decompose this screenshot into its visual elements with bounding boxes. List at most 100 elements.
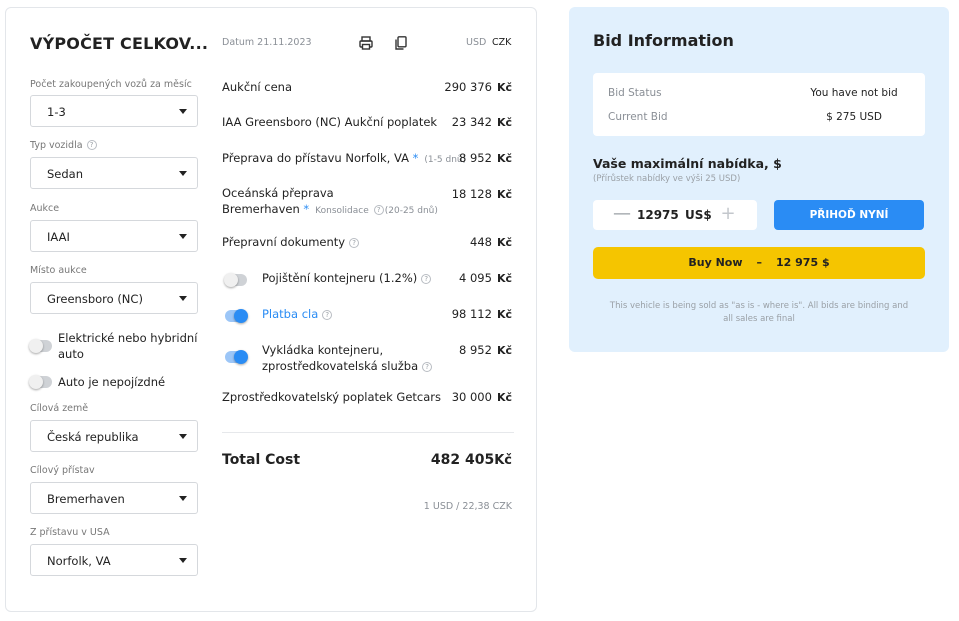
vehicle-type-label-text: Typ vozidla xyxy=(30,140,83,151)
ocean-transport-line2: Bremerhaven * Konsolidace? (20-25 dnů) xyxy=(222,201,438,219)
unloading-line2: zprostředkovatelská služba? xyxy=(262,358,433,374)
destination-country-value: Česká republika xyxy=(47,430,139,444)
toggle-knob xyxy=(29,375,43,389)
chevron-down-icon xyxy=(179,296,187,301)
not-driveable-toggle[interactable] xyxy=(29,375,52,389)
bid-information-panel: Bid Information Bid Status You have not … xyxy=(569,7,949,352)
auction-location-value: Greensboro (NC) xyxy=(47,292,143,306)
insurance-toggle[interactable] xyxy=(224,273,247,287)
copy-icon[interactable] xyxy=(393,35,409,51)
ocean-transport-value: 18 128 Kč xyxy=(452,187,512,201)
unloading-line1: Vykládka kontejneru, xyxy=(262,343,384,357)
currency-symbol: Kč xyxy=(496,236,512,249)
customs-label[interactable]: Platba cla? xyxy=(262,306,333,322)
unloading-value: 8 952 Kč xyxy=(459,343,512,357)
documents-text: Přepravní dokumenty xyxy=(222,235,346,249)
auction-price-value: 290 376 Kč xyxy=(444,80,512,94)
auction-select[interactable]: IAAI xyxy=(30,220,198,252)
insurance-text: Pojištění kontejneru (1.2%) xyxy=(262,271,418,285)
usa-port-select[interactable]: Norfolk, VA xyxy=(30,544,198,576)
help-icon[interactable]: ? xyxy=(421,274,432,284)
cars-per-month-select[interactable]: 1-3 xyxy=(30,95,198,127)
print-icon[interactable] xyxy=(358,35,374,51)
currency-symbol: Kč xyxy=(494,453,512,468)
auction-label: Aukce xyxy=(30,203,60,214)
calculation-date: Datum 21.11.2023 xyxy=(222,37,312,48)
help-icon[interactable]: ? xyxy=(349,238,360,248)
help-icon[interactable]: ? xyxy=(373,205,384,215)
currency-symbol: Kč xyxy=(496,308,512,321)
auction-fee-amount: 23 342 xyxy=(451,115,492,129)
currency-symbol: Kč xyxy=(496,344,512,357)
cars-per-month-value: 1-3 xyxy=(47,105,66,119)
buy-now-label: Buy Now xyxy=(688,256,743,269)
current-bid-value: $ 275 USD xyxy=(826,111,882,123)
help-icon[interactable]: ? xyxy=(86,140,97,150)
help-icon[interactable]: ? xyxy=(322,310,333,320)
auction-fee-label: IAA Greensboro (NC) Aukční poplatek xyxy=(222,115,438,129)
max-bid-increment-note: (Přírůstek nabídky ve výši 25 USD) xyxy=(593,174,741,184)
electric-hybrid-label: Elektrické nebo hybridní auto xyxy=(58,331,198,361)
documents-value: 448 Kč xyxy=(470,235,512,249)
currency-usd-option[interactable]: USD xyxy=(466,37,486,48)
port-transport-text: Přeprava do přístavu Norfolk, VA xyxy=(222,151,409,165)
toggle-knob xyxy=(234,350,248,364)
port-transport-value: 8 952 Kč xyxy=(459,151,512,165)
bid-status-box: Bid Status You have not bid Current Bid … xyxy=(593,73,925,136)
cost-calculator-card: VÝPOČET CELKOV... Datum 21.11.2023 USD C… xyxy=(5,7,537,612)
bid-amount-unit: US$ xyxy=(685,208,712,222)
usa-port-label: Z přístavu v USA xyxy=(30,527,110,538)
auction-location-select[interactable]: Greensboro (NC) xyxy=(30,282,198,314)
ocean-transport-port: Bremerhaven xyxy=(222,202,300,216)
bid-amount-stepper[interactable]: — 12975 US$ + xyxy=(593,200,757,230)
bid-amount-input[interactable]: 12975 xyxy=(637,208,679,222)
destination-port-select[interactable]: Bremerhaven xyxy=(30,482,198,514)
getcars-fee-amount: 30 000 xyxy=(451,390,492,404)
chevron-down-icon xyxy=(179,234,187,239)
auction-fee-value: 23 342 Kč xyxy=(452,115,512,129)
getcars-fee-label: Zprostředkovatelský poplatek Getcars xyxy=(222,390,442,404)
chevron-down-icon xyxy=(179,109,187,114)
sale-disclaimer: This vehicle is being sold as "as is - w… xyxy=(609,301,909,324)
toggle-knob xyxy=(224,273,238,287)
bid-status-value: You have not bid xyxy=(810,87,898,99)
vehicle-type-select[interactable]: Sedan xyxy=(30,157,198,189)
ocean-transport-amount: 18 128 xyxy=(451,187,492,201)
bid-information-title: Bid Information xyxy=(593,31,734,50)
customs-text[interactable]: Platba cla xyxy=(262,307,318,321)
getcars-fee-value: 30 000 Kč xyxy=(452,390,512,404)
help-icon[interactable]: ? xyxy=(422,362,433,372)
customs-amount: 98 112 xyxy=(451,307,492,321)
total-divider xyxy=(222,432,514,433)
toggle-knob xyxy=(29,339,43,353)
buy-now-separator: – xyxy=(756,256,763,269)
place-bid-button[interactable]: PŘIHOĎ NYNÍ xyxy=(774,200,924,230)
buy-now-button[interactable]: Buy Now –12 975 $ xyxy=(593,247,925,279)
toggle-knob xyxy=(234,309,248,323)
chevron-down-icon xyxy=(179,558,187,563)
ocean-transport-label: Oceánská přeprava Bremerhaven * Konsolida… xyxy=(222,185,438,219)
total-cost-label: Total Cost xyxy=(222,452,301,468)
port-transport-amount: 8 952 xyxy=(459,151,492,165)
buy-now-price: 12 975 $ xyxy=(776,256,830,269)
auction-price-amount: 290 376 xyxy=(444,80,492,94)
total-cost-value: 482 405Kč xyxy=(431,452,512,468)
decrease-bid-button[interactable]: — xyxy=(613,203,631,224)
customs-value: 98 112 Kč xyxy=(452,307,512,321)
currency-symbol: Kč xyxy=(496,188,512,201)
customs-toggle[interactable] xyxy=(225,309,248,323)
vehicle-type-value: Sedan xyxy=(47,167,84,181)
chevron-down-icon xyxy=(179,434,187,439)
unloading-toggle[interactable] xyxy=(225,350,248,364)
auction-value: IAAI xyxy=(47,230,70,244)
not-driveable-label: Auto je nepojízdné xyxy=(58,375,166,389)
electric-hybrid-toggle[interactable] xyxy=(29,339,52,353)
insurance-amount: 4 095 xyxy=(459,271,492,285)
ocean-consolidation: Konsolidace xyxy=(315,206,369,216)
port-transport-star: * xyxy=(412,151,419,165)
currency-czk-option[interactable]: CZK xyxy=(492,37,511,48)
destination-country-select[interactable]: Česká republika xyxy=(30,420,198,452)
port-transport-label: Přeprava do přístavu Norfolk, VA * (1-5 d… xyxy=(222,150,466,168)
increase-bid-button[interactable]: + xyxy=(719,203,737,224)
unloading-amount: 8 952 xyxy=(459,343,492,357)
